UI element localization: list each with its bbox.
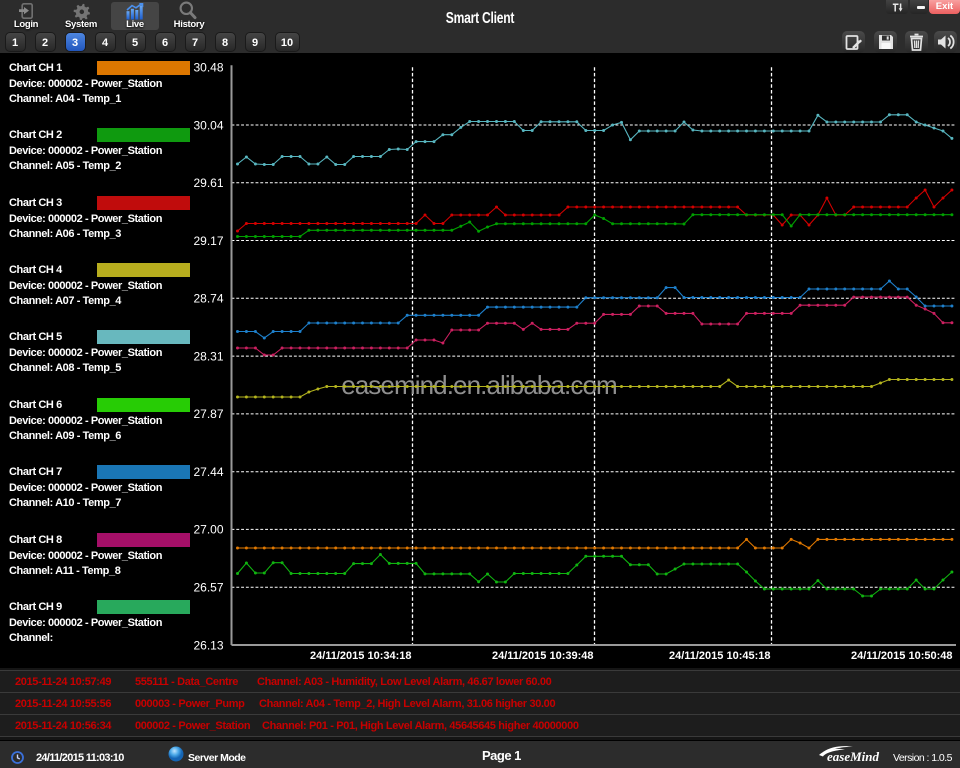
svg-text:30.48: 30.48 bbox=[193, 61, 223, 75]
svg-text:26.13: 26.13 bbox=[193, 638, 223, 652]
svg-text:27.44: 27.44 bbox=[193, 465, 223, 479]
svg-text:29.17: 29.17 bbox=[193, 234, 223, 248]
svg-text:27.87: 27.87 bbox=[193, 407, 223, 421]
svg-text:28.31: 28.31 bbox=[193, 349, 223, 363]
svg-text:30.04: 30.04 bbox=[193, 118, 223, 132]
svg-text:easemind.en.alibaba.com: easemind.en.alibaba.com bbox=[341, 370, 617, 400]
svg-text:26.57: 26.57 bbox=[193, 581, 223, 595]
svg-text:24/11/2015 10:34:18: 24/11/2015 10:34:18 bbox=[310, 650, 412, 662]
svg-text:27.00: 27.00 bbox=[193, 523, 223, 537]
svg-text:24/11/2015 10:39:48: 24/11/2015 10:39:48 bbox=[492, 650, 594, 662]
svg-text:29.61: 29.61 bbox=[193, 176, 223, 190]
svg-text:24/11/2015 10:45:18: 24/11/2015 10:45:18 bbox=[669, 650, 771, 662]
svg-text:24/11/2015 10:50:48: 24/11/2015 10:50:48 bbox=[851, 650, 953, 662]
svg-text:easeMind: easeMind bbox=[827, 749, 880, 764]
svg-text:28.74: 28.74 bbox=[193, 292, 223, 306]
